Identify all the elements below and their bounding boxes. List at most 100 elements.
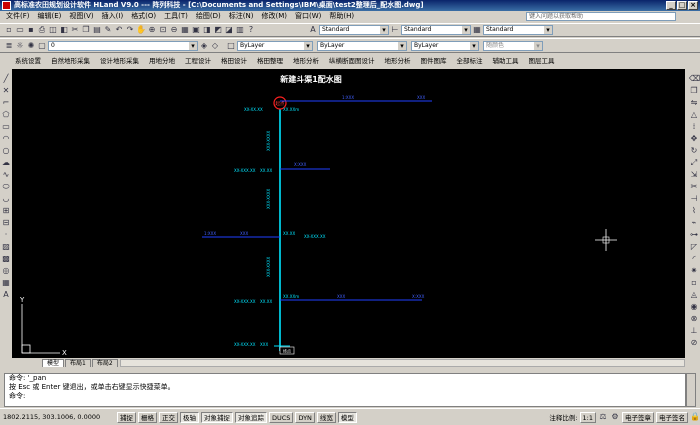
e-signature-button[interactable]: 电子签名 [656,411,688,423]
hland-menu-item[interactable]: 图件图库 [416,56,452,67]
publish-icon[interactable]: ◧ [59,25,69,35]
make-block-icon[interactable]: ⊟ [1,217,11,228]
mirror-icon[interactable]: ⇋ [689,97,699,108]
hland-menu-item[interactable]: 格田整理 [252,56,288,67]
otrack-toggle[interactable]: 对象追踪 [235,411,267,423]
command-window[interactable]: 命令: '_pan 按 Esc 或 Enter 键退出，或单击右键显示快捷菜单。… [4,373,686,407]
arc-icon[interactable]: ◠ [1,133,11,144]
explode-icon[interactable]: ✷ [689,265,699,276]
region-icon[interactable]: ◎ [1,265,11,276]
make-current-layer-icon[interactable]: ◈ [199,41,209,51]
hland-menu-item[interactable]: 工程设计 [180,56,216,67]
move-icon[interactable]: ✥ [689,133,699,144]
menu-tools[interactable]: 工具(T) [160,11,192,22]
break-icon[interactable]: ⌁ [689,217,699,228]
osnap-none-icon[interactable]: ⊘ [689,337,699,348]
point-icon[interactable]: · [1,229,11,240]
circle-icon[interactable]: ○ [1,145,11,156]
hland-menu-item[interactable]: 图层工具 [524,56,560,67]
hland-menu-item[interactable]: 地形分析 [288,56,324,67]
fillet-icon[interactable]: ◜ [689,253,699,264]
maximize-button[interactable]: □ [677,1,687,10]
polygon-icon[interactable]: ⬠ [1,109,11,120]
tab-layout2[interactable]: 布局2 [91,359,118,367]
layer-previous-icon[interactable]: ◇ [210,41,220,51]
paste-icon[interactable]: ▤ [92,25,102,35]
design-center-icon[interactable]: ▣ [191,25,201,35]
gradient-icon[interactable]: ▩ [1,253,11,264]
color-select[interactable]: ByLayer [237,40,313,51]
match-properties-icon[interactable]: ✎ [103,25,113,35]
save-icon[interactable]: ▪ [26,25,36,35]
offset-icon[interactable]: △ [689,109,699,120]
zoom-window-icon[interactable]: ⊡ [158,25,168,35]
horizontal-scrollbar[interactable] [120,359,685,367]
osnap-toggle[interactable]: 对象捕捉 [201,411,233,423]
copy-object-icon[interactable]: ❐ [689,85,699,96]
e-stamp-button[interactable]: 电子签章 [622,411,654,423]
break-point-icon[interactable]: ⌇ [689,205,699,216]
cut-icon[interactable]: ✂ [70,25,80,35]
construction-line-icon[interactable]: ✕ [1,85,11,96]
ducs-toggle[interactable]: DUCS [269,411,294,423]
annotation-visibility-icon[interactable]: ⚖ [598,412,608,422]
ortho-toggle[interactable]: 正交 [159,411,178,423]
trim-icon[interactable]: ✂ [689,181,699,192]
join-icon[interactable]: ⊶ [689,229,699,240]
hland-menu-item[interactable]: 用地分地 [144,56,180,67]
close-button[interactable]: × [688,1,698,10]
osnap-endpoint-icon[interactable]: ▫ [689,277,699,288]
markup-icon[interactable]: ◪ [224,25,234,35]
properties-icon[interactable]: ▦ [180,25,190,35]
lineweight-select[interactable]: ByLayer [411,40,479,51]
insert-block-icon[interactable]: ⊞ [1,205,11,216]
menu-view[interactable]: 视图(V) [65,11,97,22]
line-icon[interactable]: ╱ [1,73,11,84]
erase-icon[interactable]: ⌫ [689,73,700,84]
scale-icon[interactable]: ⤢ [689,157,699,168]
sheet-set-icon[interactable]: ◩ [213,25,223,35]
ellipse-icon[interactable]: ⬭ [1,181,11,192]
annotation-scale-select[interactable]: 1:1 [579,411,596,423]
chamfer-icon[interactable]: ◸ [689,241,699,252]
help-search-input[interactable]: 键入问题以获取帮助 [526,12,676,21]
auto-scale-icon[interactable]: ⚙ [610,412,620,422]
command-scrollbar[interactable] [686,373,696,407]
menu-window[interactable]: 窗口(W) [291,11,325,22]
zoom-previous-icon[interactable]: ⊖ [169,25,179,35]
menu-modify[interactable]: 修改(M) [257,11,291,22]
zoom-realtime-icon[interactable]: ⊕ [147,25,157,35]
redo-icon[interactable]: ↷ [125,25,135,35]
pan-icon[interactable]: ✋ [136,25,146,35]
hland-menu-item[interactable]: 格田设计 [216,56,252,67]
menu-draw[interactable]: 绘图(D) [192,11,225,22]
dyn-toggle[interactable]: DYN [295,411,315,423]
calculator-icon[interactable]: ▥ [235,25,245,35]
copy-icon[interactable]: ❐ [81,25,91,35]
coordinate-readout[interactable]: 1802.2115, 303.1006, 0.0000 [3,413,115,421]
osnap-node-icon[interactable]: ⊗ [689,313,699,324]
hatch-icon[interactable]: ▨ [1,241,11,252]
dim-style-select[interactable]: Standard [401,25,471,35]
menu-insert[interactable]: 插入(I) [98,11,128,22]
help-icon[interactable]: ? [246,25,256,35]
plotstyle-select[interactable]: 随颜色 [483,40,543,51]
polar-toggle[interactable]: 极轴 [180,411,199,423]
open-folder-icon[interactable]: ▭ [15,25,25,35]
layer-manager-icon[interactable]: ≣ [4,41,14,51]
hland-menu-item[interactable]: 地形分析 [380,56,416,67]
table-icon[interactable]: ▦ [1,277,11,288]
hland-menu-item[interactable]: 自然地形采集 [46,56,95,67]
menu-format[interactable]: 格式(O) [127,11,160,22]
array-icon[interactable]: ⁞ [689,121,699,132]
text-style-select[interactable]: Standard [319,25,389,35]
hland-menu-item[interactable]: 辅助工具 [488,56,524,67]
rotate-icon[interactable]: ↻ [689,145,699,156]
tool-palette-icon[interactable]: ◨ [202,25,212,35]
model-toggle[interactable]: 模型 [337,411,357,423]
spline-icon[interactable]: ∿ [1,169,11,180]
grid-toggle[interactable]: 栅格 [138,411,157,423]
table-style-select[interactable]: Standard [483,25,553,35]
lock-toolbar-icon[interactable]: 🔒 [690,412,700,422]
undo-icon[interactable]: ↶ [114,25,124,35]
